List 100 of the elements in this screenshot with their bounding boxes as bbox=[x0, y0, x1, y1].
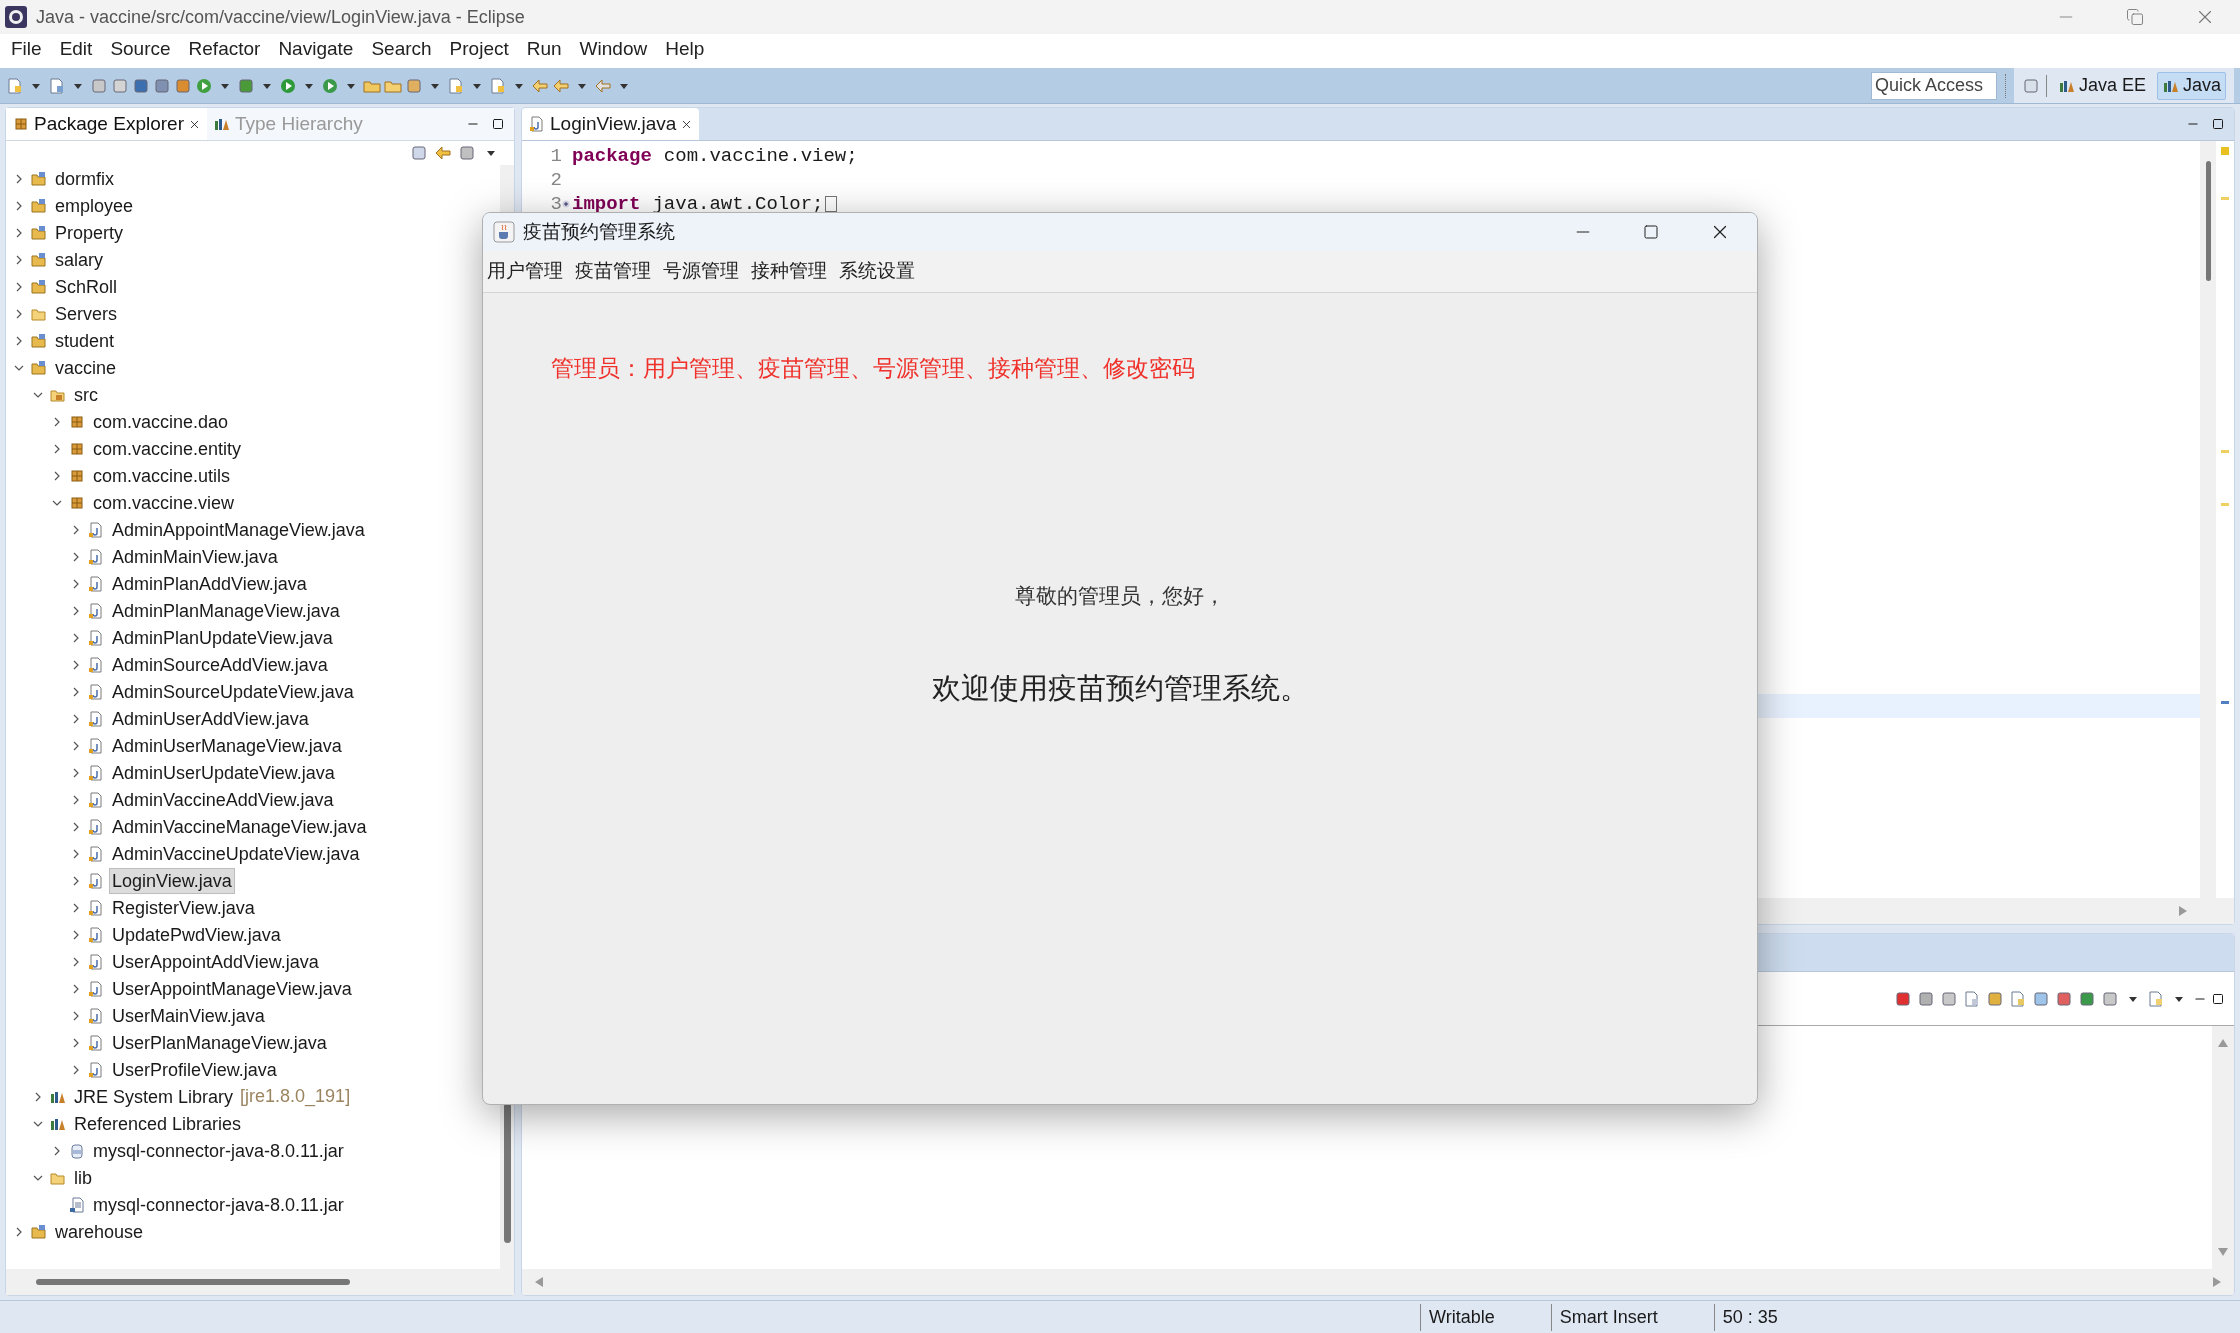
menu-item[interactable]: 疫苗管理 bbox=[575, 257, 651, 286]
tree-item[interactable]: AdminPlanUpdateView.java bbox=[109, 624, 336, 651]
editor-tab[interactable]: LoginView.java bbox=[522, 108, 700, 140]
chevron-icon[interactable] bbox=[14, 254, 24, 265]
chevron-icon[interactable] bbox=[71, 956, 81, 967]
chevron-icon[interactable] bbox=[52, 416, 62, 427]
menu-item[interactable]: 系统设置 bbox=[839, 257, 915, 286]
tree-item[interactable]: UserAppointAddView.java bbox=[109, 948, 322, 975]
chevron-icon[interactable] bbox=[14, 335, 24, 346]
menu-item[interactable]: 号源管理 bbox=[663, 257, 739, 286]
horizontal-scrollbar[interactable] bbox=[6, 1269, 514, 1295]
chevron-icon[interactable] bbox=[71, 659, 81, 670]
restore-icon[interactable] bbox=[2126, 8, 2144, 26]
chevron-icon[interactable] bbox=[71, 929, 81, 940]
chevron-icon[interactable] bbox=[71, 524, 81, 535]
chevron-icon[interactable] bbox=[52, 1145, 62, 1156]
tree-item[interactable]: salary bbox=[52, 246, 106, 273]
chevron-icon[interactable] bbox=[71, 740, 81, 751]
chevron-icon[interactable] bbox=[52, 443, 62, 454]
chevron-icon[interactable] bbox=[33, 1091, 43, 1102]
tree-item[interactable]: UpdatePwdView.java bbox=[109, 921, 284, 948]
tree-item[interactable]: UserProfileView.java bbox=[109, 1056, 280, 1083]
tree-item[interactable]: lib bbox=[71, 1164, 95, 1191]
tree-item[interactable]: Servers bbox=[52, 300, 120, 327]
chevron-icon[interactable] bbox=[71, 632, 81, 643]
maximize-icon[interactable] bbox=[1643, 224, 1659, 240]
chevron-icon[interactable] bbox=[71, 605, 81, 616]
chevron-icon[interactable] bbox=[71, 821, 81, 832]
tree-item[interactable]: RegisterView.java bbox=[109, 894, 258, 921]
chevron-icon[interactable] bbox=[14, 227, 24, 238]
link-editor-icon[interactable] bbox=[434, 144, 452, 162]
menu-item[interactable]: Run bbox=[517, 34, 571, 64]
tree-item[interactable]: UserAppointManageView.java bbox=[109, 975, 355, 1002]
tree-item[interactable]: AdminUserUpdateView.java bbox=[109, 759, 338, 786]
tree-item[interactable]: AdminUserManageView.java bbox=[109, 732, 345, 759]
menu-item[interactable]: Navigate bbox=[269, 34, 363, 64]
folded-code-box[interactable] bbox=[825, 196, 838, 212]
menu-item[interactable]: Project bbox=[440, 34, 518, 64]
chevron-icon[interactable] bbox=[71, 902, 81, 913]
chevron-icon[interactable] bbox=[71, 767, 81, 778]
tree-item[interactable]: AdminVaccineUpdateView.java bbox=[109, 840, 363, 867]
chevron-icon[interactable] bbox=[14, 308, 24, 319]
chevron-icon[interactable] bbox=[71, 686, 81, 697]
tree-item[interactable]: AdminVaccineManageView.java bbox=[109, 813, 370, 840]
menu-item[interactable]: Refactor bbox=[179, 34, 270, 64]
chevron-icon[interactable] bbox=[71, 1037, 81, 1048]
tree-item[interactable]: AdminMainView.java bbox=[109, 543, 281, 570]
menu-item[interactable]: Source bbox=[101, 34, 180, 64]
tree-item[interactable]: dormfix bbox=[52, 165, 117, 192]
chevron-icon[interactable] bbox=[71, 875, 81, 886]
tree-item[interactable]: mysql-connector-java-8.0.11.jar bbox=[90, 1191, 347, 1218]
menu-item[interactable]: Window bbox=[570, 34, 657, 64]
tree-item[interactable]: AdminPlanAddView.java bbox=[109, 570, 310, 597]
tree-item[interactable]: warehouse bbox=[52, 1218, 147, 1245]
maximize-icon[interactable] bbox=[2212, 118, 2224, 130]
tree-item[interactable]: com.vaccine.view bbox=[90, 489, 238, 516]
menu-item[interactable]: 用户管理 bbox=[487, 257, 563, 286]
stop-icon[interactable] bbox=[1894, 989, 1912, 1008]
chevron-icon[interactable] bbox=[71, 983, 81, 994]
tree-item[interactable]: AdminUserAddView.java bbox=[109, 705, 312, 732]
tree-item[interactable]: vaccine bbox=[52, 354, 120, 381]
vertical-scrollbar[interactable] bbox=[2200, 141, 2216, 898]
maximize-icon[interactable] bbox=[492, 118, 504, 130]
chevron-icon[interactable] bbox=[52, 470, 62, 481]
chevron-icon[interactable] bbox=[71, 1064, 81, 1075]
chevron-icon[interactable] bbox=[14, 281, 24, 292]
tree-item[interactable]: AdminAppointManageView.java bbox=[109, 516, 368, 543]
tree-item[interactable]: employee bbox=[52, 192, 137, 219]
chevron-icon[interactable] bbox=[14, 173, 24, 184]
tree-item[interactable]: AdminSourceAddView.java bbox=[109, 651, 331, 678]
perspective-button[interactable]: Java EE bbox=[2052, 71, 2151, 100]
tree-item[interactable]: com.vaccine.dao bbox=[90, 408, 232, 435]
menu-item[interactable]: Help bbox=[656, 34, 714, 64]
perspective-button[interactable]: Java bbox=[2156, 71, 2226, 100]
tree-item[interactable]: com.vaccine.entity bbox=[90, 435, 245, 462]
menu-item[interactable]: File bbox=[2, 34, 51, 64]
tree-item[interactable]: JRE System Library bbox=[71, 1083, 237, 1110]
chevron-icon[interactable] bbox=[71, 713, 81, 724]
maximize-icon[interactable] bbox=[2212, 992, 2224, 1005]
chevron-icon[interactable] bbox=[71, 848, 81, 859]
run-config-icon[interactable] bbox=[321, 76, 339, 95]
tree-item[interactable]: UserMainView.java bbox=[109, 1002, 268, 1029]
tree-item[interactable]: src bbox=[71, 381, 101, 408]
fold-expand-icon[interactable] bbox=[562, 200, 570, 208]
tree-item[interactable]: student bbox=[52, 327, 118, 354]
chevron-icon[interactable] bbox=[71, 1010, 81, 1021]
chevron-icon[interactable] bbox=[71, 551, 81, 562]
run-icon[interactable] bbox=[279, 76, 297, 95]
chevron-icon[interactable] bbox=[14, 200, 24, 211]
tree-item[interactable]: mysql-connector-java-8.0.11.jar bbox=[90, 1137, 347, 1164]
chevron-icon[interactable] bbox=[71, 794, 81, 805]
chevron-icon[interactable] bbox=[14, 1226, 24, 1237]
tree-item[interactable]: AdminSourceUpdateView.java bbox=[109, 678, 357, 705]
tree-item[interactable]: Property bbox=[52, 219, 127, 246]
tree-item[interactable]: com.vaccine.utils bbox=[90, 462, 234, 489]
menu-item[interactable]: 接种管理 bbox=[751, 257, 827, 286]
tree-item[interactable]: AdminPlanManageView.java bbox=[109, 597, 343, 624]
menu-item[interactable]: Edit bbox=[50, 34, 102, 64]
chevron-icon[interactable] bbox=[71, 578, 81, 589]
quick-access-field[interactable]: Quick Access bbox=[1870, 71, 1997, 100]
